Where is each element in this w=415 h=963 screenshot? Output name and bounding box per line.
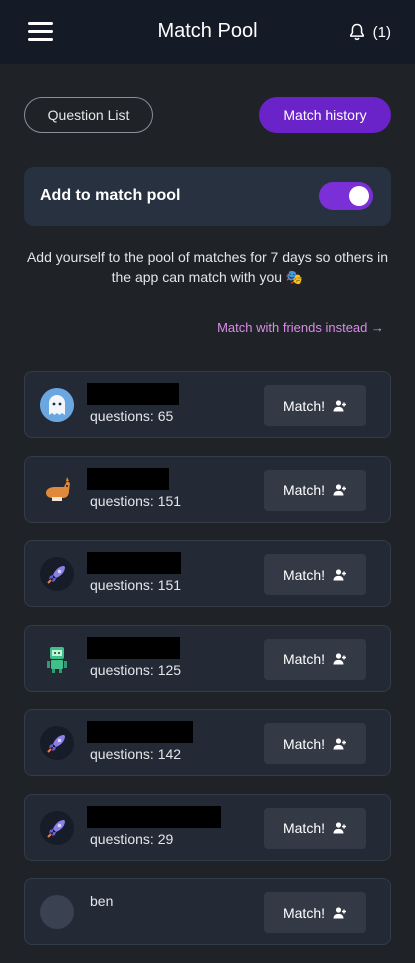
- question-count: questions: 151: [90, 492, 182, 509]
- username: ben: [90, 893, 114, 909]
- add-user-icon: [333, 653, 346, 665]
- add-user-icon: [333, 906, 346, 918]
- match-pool-card: Add to match pool: [24, 167, 391, 226]
- notifications-button[interactable]: (1): [347, 22, 391, 42]
- question-count: questions: 29: [90, 830, 174, 847]
- robot-avatar: [40, 642, 74, 676]
- ghost-avatar: [40, 895, 74, 929]
- add-user-icon: [333, 822, 346, 834]
- add-user-icon: [333, 737, 346, 749]
- question-count: questions: 151: [90, 577, 182, 593]
- match-button[interactable]: Match!: [264, 723, 366, 764]
- match-button[interactable]: Match!: [264, 638, 366, 680]
- add-user-icon: [333, 484, 346, 496]
- match-list: questions: 65 Match! questions: 151 Matc…: [24, 371, 391, 963]
- match-button-label: Match!: [282, 482, 325, 498]
- redacted-username: [87, 552, 181, 574]
- match-button-label: Match!: [282, 820, 325, 836]
- add-user-icon: [333, 399, 346, 411]
- redacted-username: [87, 805, 221, 828]
- list-item: ben Match!: [24, 878, 391, 945]
- rocket-avatar: [40, 726, 74, 760]
- match-button[interactable]: Match!: [264, 807, 366, 849]
- question-list-button[interactable]: Question List: [24, 97, 153, 133]
- rocket-avatar: [40, 557, 74, 591]
- question-count: questions: 125: [90, 661, 182, 678]
- list-item: questions: 151 Match!: [24, 455, 391, 523]
- match-button[interactable]: Match!: [264, 469, 366, 511]
- bell-icon: [349, 23, 364, 41]
- match-history-button[interactable]: Match history: [259, 97, 391, 133]
- redacted-username: [87, 721, 193, 743]
- list-item: questions: 125 Match!: [24, 624, 391, 692]
- top-app-bar: Match Pool (1): [0, 0, 415, 64]
- match-pool-label: Add to match pool: [40, 187, 181, 204]
- match-pool-description: Add yourself to the pool of matches for …: [26, 249, 389, 285]
- redacted-username: [87, 636, 180, 659]
- redacted-username: [87, 467, 169, 490]
- list-item: questions: 151 Match!: [24, 540, 391, 607]
- list-item: questions: 65 Match!: [24, 371, 391, 438]
- match-pool-toggle[interactable]: [319, 182, 373, 210]
- match-button-label: Match!: [282, 735, 325, 752]
- list-item: questions: 29 Match!: [24, 793, 391, 861]
- toggle-knob: [349, 186, 369, 206]
- corgi-avatar: [40, 473, 74, 507]
- add-user-icon: [333, 568, 346, 580]
- redacted-username: [87, 383, 179, 405]
- list-item: questions: 142 Match!: [24, 709, 391, 776]
- match-button-label: Match!: [282, 566, 325, 583]
- ghost-avatar: [40, 388, 74, 422]
- match-button-label: Match!: [282, 904, 325, 921]
- match-button[interactable]: Match!: [264, 554, 366, 595]
- match-button[interactable]: Match!: [264, 385, 366, 426]
- match-button-label: Match!: [282, 651, 325, 667]
- notification-count: (1): [372, 23, 391, 41]
- rocket-avatar: [40, 810, 74, 845]
- question-count: questions: 142: [90, 746, 182, 762]
- match-with-friends-link[interactable]: Match with friends instead →: [217, 320, 384, 335]
- match-button-label: Match!: [282, 397, 325, 414]
- question-count: questions: 65: [90, 408, 174, 424]
- match-button[interactable]: Match!: [264, 892, 366, 933]
